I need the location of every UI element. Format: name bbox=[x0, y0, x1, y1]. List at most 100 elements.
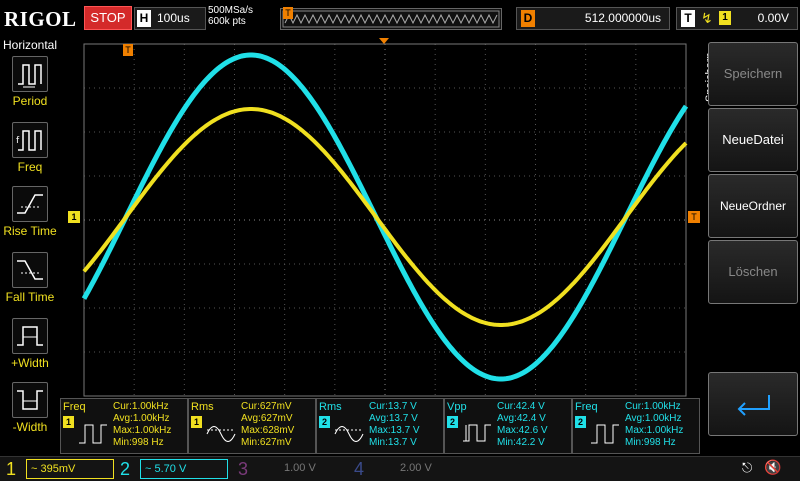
measurement-name: Vpp bbox=[447, 401, 467, 413]
rms-icon bbox=[205, 417, 239, 449]
measurement-channel: 2 bbox=[575, 416, 586, 428]
delete-button[interactable]: Löschen bbox=[708, 240, 798, 304]
speaker-muted-icon[interactable]: 🔇 bbox=[764, 459, 781, 476]
ch1-scale[interactable]: ~ 395mV bbox=[26, 459, 114, 479]
memory-strip: T bbox=[280, 7, 502, 30]
trigger-level: 0.00V bbox=[757, 11, 789, 25]
measurement-value: Max:42.6 V bbox=[497, 425, 548, 436]
measurement-value: Min:998 Hz bbox=[625, 437, 676, 448]
measurement-channel: 2 bbox=[319, 416, 330, 428]
period-icon bbox=[12, 56, 48, 92]
trigger-display[interactable]: T ↯ 1 0.00V bbox=[676, 7, 798, 30]
measurement-name: Rms bbox=[191, 401, 214, 413]
measure-rise-time[interactable]: Rise Time bbox=[0, 186, 60, 248]
measurement-5[interactable]: Freq 2 Cur:1.00kHz Avg:1.00kHz Max:1.00k… bbox=[572, 398, 700, 454]
fall-time-icon bbox=[12, 252, 48, 288]
svg-text:f: f bbox=[16, 136, 20, 146]
rigol-logo: RIGOL bbox=[4, 7, 77, 31]
measurement-value: Avg:627mV bbox=[241, 413, 293, 424]
measure-freq[interactable]: f Freq bbox=[0, 122, 60, 184]
timebase-label: H bbox=[137, 10, 151, 27]
panel-title: Horizontal bbox=[3, 38, 58, 52]
ch1-number[interactable]: 1 bbox=[6, 458, 16, 480]
measure-fall-time-label: Fall Time bbox=[5, 290, 55, 304]
waveform-canvas bbox=[81, 43, 689, 397]
freq-icon bbox=[77, 417, 111, 449]
trigger-position-marker[interactable]: T bbox=[123, 44, 133, 56]
sample-rate: 500MSa/s bbox=[208, 5, 254, 16]
measurement-value: Max:13.7 V bbox=[369, 425, 420, 436]
usb-icon: ⎋ bbox=[742, 460, 753, 475]
measure-positive-width[interactable]: +Width bbox=[0, 318, 60, 380]
measurement-3[interactable]: Rms 2 Cur:13.7 V Avg:13.7 V Max:13.7 V M… bbox=[316, 398, 444, 454]
ch4-scale[interactable]: 2.00 V bbox=[396, 459, 464, 477]
top-status-bar: RIGOL STOP H 100us 500MSa/s 600k pts T D… bbox=[0, 0, 800, 36]
waveform-display[interactable]: T 1 T bbox=[60, 36, 700, 398]
measurement-name: Freq bbox=[575, 401, 598, 413]
timebase-value: 100us bbox=[157, 11, 190, 25]
ch2-scale-value: 5.70 V bbox=[154, 463, 187, 475]
measurement-value: Cur:13.7 V bbox=[369, 401, 417, 412]
vpp-icon bbox=[461, 417, 495, 449]
measurement-2[interactable]: Rms 1 Cur:627mV Avg:627mV Max:628mV Min:… bbox=[188, 398, 316, 454]
rising-edge-icon: ↯ bbox=[701, 10, 713, 26]
measurement-bar: Freq 1 Cur:1.00kHz Avg:1.00kHz Max:1.00k… bbox=[60, 398, 700, 454]
measurement-value: Cur:1.00kHz bbox=[625, 401, 681, 412]
measure-negative-width[interactable]: -Width bbox=[0, 382, 60, 444]
new-folder-button[interactable]: NeueOrdner bbox=[708, 174, 798, 238]
freq-icon bbox=[589, 417, 623, 449]
measurement-value: Cur:627mV bbox=[241, 401, 292, 412]
measurement-value: Min:627mV bbox=[241, 437, 292, 448]
timebase-display[interactable]: H 100us bbox=[134, 7, 206, 30]
delay-display[interactable]: D 512.000000us bbox=[516, 7, 670, 30]
measurement-value: Avg:42.4 V bbox=[497, 413, 546, 424]
measure-rise-time-label: Rise Time bbox=[3, 224, 57, 238]
memory-trigger-marker: T bbox=[283, 7, 293, 19]
measurement-channel: 1 bbox=[191, 416, 202, 428]
horizontal-measure-panel: Horizontal Period f Freq Rise Time Fall … bbox=[0, 36, 60, 456]
measurement-name: Freq bbox=[63, 401, 86, 413]
ch1-waveform bbox=[82, 107, 688, 327]
save-menu-panel: Speichern Speichern NeueDatei NeueOrdner… bbox=[700, 36, 800, 456]
graticule bbox=[84, 44, 686, 396]
center-marker-icon bbox=[379, 38, 389, 44]
return-button[interactable] bbox=[708, 372, 798, 436]
measure-period-label: Period bbox=[12, 94, 48, 108]
measurement-value: Avg:1.00kHz bbox=[113, 413, 170, 424]
memory-depth: 600k pts bbox=[208, 16, 246, 27]
trigger-level-marker[interactable]: T bbox=[688, 211, 700, 223]
measurement-4[interactable]: Vpp 2 Cur:42.4 V Avg:42.4 V Max:42.6 V M… bbox=[444, 398, 572, 454]
measurement-value: Avg:13.7 V bbox=[369, 413, 418, 424]
measurement-value: Min:42.2 V bbox=[497, 437, 545, 448]
measure-positive-width-label: +Width bbox=[11, 356, 49, 370]
measurement-value: Cur:42.4 V bbox=[497, 401, 545, 412]
ch2-scale[interactable]: ~ 5.70 V bbox=[140, 459, 228, 479]
positive-width-icon bbox=[12, 318, 48, 354]
ch3-scale[interactable]: 1.00 V bbox=[280, 459, 348, 477]
measure-fall-time[interactable]: Fall Time bbox=[0, 252, 60, 314]
measure-negative-width-label: -Width bbox=[12, 420, 48, 434]
measure-period[interactable]: Period bbox=[0, 56, 60, 118]
ch3-number[interactable]: 3 bbox=[238, 458, 248, 480]
ch1-ground-marker[interactable]: 1 bbox=[68, 211, 80, 223]
run-stop-status[interactable]: STOP bbox=[84, 6, 132, 30]
new-file-button[interactable]: NeueDatei bbox=[708, 108, 798, 172]
ch4-number[interactable]: 4 bbox=[354, 458, 364, 480]
return-icon bbox=[737, 395, 770, 416]
save-button[interactable]: Speichern bbox=[708, 42, 798, 106]
measurement-value: Avg:1.00kHz bbox=[625, 413, 682, 424]
negative-width-icon bbox=[12, 382, 48, 418]
rise-time-icon bbox=[12, 186, 48, 222]
ch2-number[interactable]: 2 bbox=[120, 458, 130, 480]
freq-icon: f bbox=[12, 122, 48, 158]
measurement-value: Max:1.00kHz bbox=[113, 425, 172, 436]
measure-freq-label: Freq bbox=[17, 160, 43, 174]
ch1-scale-value: 395mV bbox=[40, 463, 76, 475]
delay-value: 512.000000us bbox=[584, 11, 661, 25]
measurement-channel: 1 bbox=[63, 416, 74, 428]
measurement-value: Max:1.00kHz bbox=[625, 425, 684, 436]
channel-status-bar: 1 ~ 395mV 2 ~ 5.70 V 3 1.00 V 4 2.00 V ⎋… bbox=[0, 456, 800, 481]
measurement-value: Min:13.7 V bbox=[369, 437, 417, 448]
measurement-1[interactable]: Freq 1 Cur:1.00kHz Avg:1.00kHz Max:1.00k… bbox=[60, 398, 188, 454]
measurement-value: Min:998 Hz bbox=[113, 437, 164, 448]
